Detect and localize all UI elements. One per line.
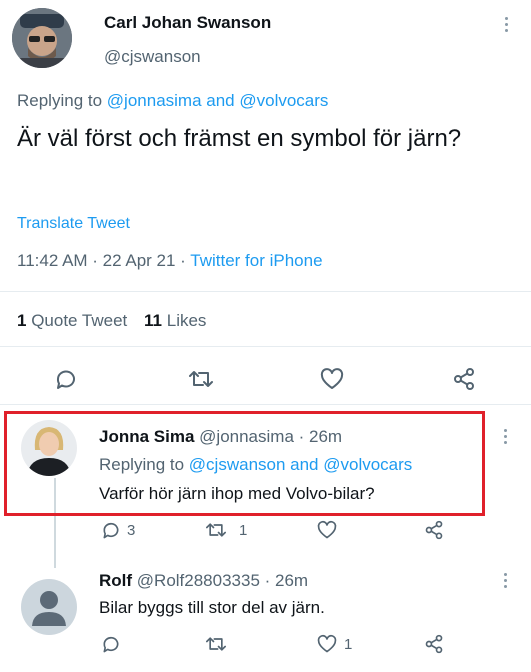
reply-text: Bilar byggs till stor del av järn. xyxy=(99,598,325,617)
retweet-icon xyxy=(205,523,226,537)
likes-count: 11 xyxy=(144,311,163,330)
reply-button[interactable] xyxy=(54,367,78,391)
translate-tweet-link[interactable]: Translate Tweet xyxy=(17,215,130,233)
heart-icon xyxy=(320,368,344,389)
tweet-meta: 11:42 AM · 22 Apr 21 · Twitter for iPhon… xyxy=(17,251,323,271)
retweet-button[interactable]: 1 xyxy=(205,520,247,540)
replying-prefix: Replying to xyxy=(17,91,103,110)
reply-button[interactable]: 3 xyxy=(101,520,135,540)
author-name[interactable]: Carl Johan Swanson xyxy=(104,13,271,33)
author-handle[interactable]: @cjswanson xyxy=(104,47,201,67)
reply-button[interactable] xyxy=(101,634,127,654)
tweet-text: Är väl först och främst en symbol för jä… xyxy=(17,125,462,152)
more-options-icon[interactable] xyxy=(502,426,508,447)
retweet-button[interactable] xyxy=(205,634,233,654)
share-button[interactable] xyxy=(424,520,444,540)
reply-author-name[interactable]: Rolf xyxy=(99,571,132,590)
likes-label: Likes xyxy=(166,311,207,330)
heart-icon xyxy=(317,634,337,653)
like-count: 1 xyxy=(344,635,353,653)
reply-avatar[interactable] xyxy=(21,579,77,635)
reply-author-handle[interactable]: @Rolf28803335 · 26m xyxy=(137,571,308,590)
retweet-button[interactable] xyxy=(188,367,214,391)
author-avatar[interactable] xyxy=(12,8,72,68)
share-icon xyxy=(454,368,474,390)
likes-stat[interactable]: 11 Likes xyxy=(144,311,206,330)
quote-tweets-stat[interactable]: 1 Quote Tweet xyxy=(17,311,132,330)
divider xyxy=(0,404,531,405)
share-icon xyxy=(425,520,443,540)
share-button[interactable] xyxy=(424,634,444,654)
divider xyxy=(0,291,531,292)
reply-count: 3 xyxy=(127,521,136,539)
replying-to-line: Replying to @jonnasima and @volvocars xyxy=(17,91,328,111)
reply-icon xyxy=(103,636,119,653)
heart-icon xyxy=(317,520,337,539)
avatar-photo-icon xyxy=(12,8,72,68)
more-options-icon[interactable] xyxy=(503,14,509,35)
divider xyxy=(0,346,531,347)
retweet-icon xyxy=(189,371,213,387)
reply-header: Rolf @Rolf28803335 · 26m xyxy=(99,571,308,591)
tweet-source-link[interactable]: Twitter for iPhone xyxy=(190,251,322,270)
tweet-timestamp[interactable]: 11:42 AM · 22 Apr 21 · xyxy=(17,251,190,270)
like-button[interactable] xyxy=(319,367,345,391)
retweet-count: 1 xyxy=(239,521,248,539)
highlight-box xyxy=(4,411,485,516)
share-button[interactable] xyxy=(452,367,476,391)
like-button[interactable] xyxy=(316,520,344,540)
more-options-icon[interactable] xyxy=(502,570,508,591)
share-icon xyxy=(425,634,443,654)
reply-icon xyxy=(103,522,119,539)
quote-count: 1 xyxy=(17,311,27,330)
reply-icon xyxy=(56,370,75,389)
like-button[interactable]: 1 xyxy=(316,634,352,654)
default-profile-icon xyxy=(21,579,77,635)
engagement-stats: 1 Quote Tweet 11 Likes xyxy=(17,311,206,331)
retweet-icon xyxy=(205,637,226,651)
quote-label: Quote Tweet xyxy=(31,311,128,330)
replying-to-mentions[interactable]: @jonnasima and @volvocars xyxy=(107,91,329,110)
